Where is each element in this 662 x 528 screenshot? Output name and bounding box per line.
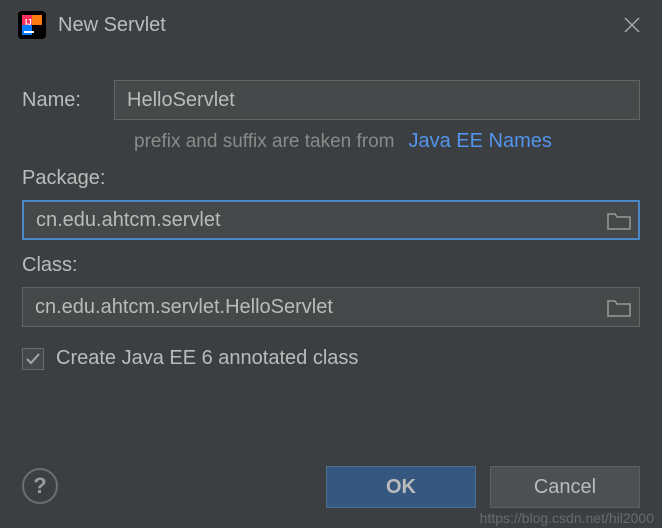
dialog-title: New Servlet	[58, 14, 620, 37]
name-hint-row: prefix and suffix are taken from Java EE…	[134, 130, 640, 153]
ok-button[interactable]: OK	[326, 466, 476, 508]
java-ee-names-link[interactable]: Java EE Names	[409, 130, 552, 153]
package-row	[22, 200, 640, 240]
hint-text: prefix and suffix are taken from	[134, 131, 395, 153]
annotated-checkbox-label: Create Java EE 6 annotated class	[56, 347, 358, 370]
annotated-checkbox[interactable]	[22, 348, 44, 370]
annotated-checkbox-row: Create Java EE 6 annotated class	[22, 347, 640, 370]
class-label: Class:	[22, 254, 640, 277]
titlebar: IJ New Servlet	[0, 0, 662, 50]
class-row	[22, 287, 640, 327]
help-button[interactable]: ?	[22, 468, 58, 504]
svg-text:IJ: IJ	[25, 18, 32, 27]
class-input[interactable]	[22, 287, 640, 327]
dialog-content: Name: prefix and suffix are taken from J…	[0, 50, 662, 370]
browse-package-icon[interactable]	[606, 209, 632, 231]
dialog-buttons: OK Cancel	[326, 466, 640, 508]
package-label: Package:	[22, 167, 640, 190]
name-label: Name:	[22, 89, 114, 112]
help-icon: ?	[33, 473, 46, 499]
watermark: https://blog.csdn.net/hil2000	[480, 510, 654, 526]
name-input[interactable]	[114, 80, 640, 120]
cancel-button[interactable]: Cancel	[490, 466, 640, 508]
package-input[interactable]	[22, 200, 640, 240]
name-row: Name:	[22, 80, 640, 120]
close-icon[interactable]	[620, 13, 644, 37]
browse-class-icon[interactable]	[606, 296, 632, 318]
intellij-icon: IJ	[18, 11, 46, 39]
